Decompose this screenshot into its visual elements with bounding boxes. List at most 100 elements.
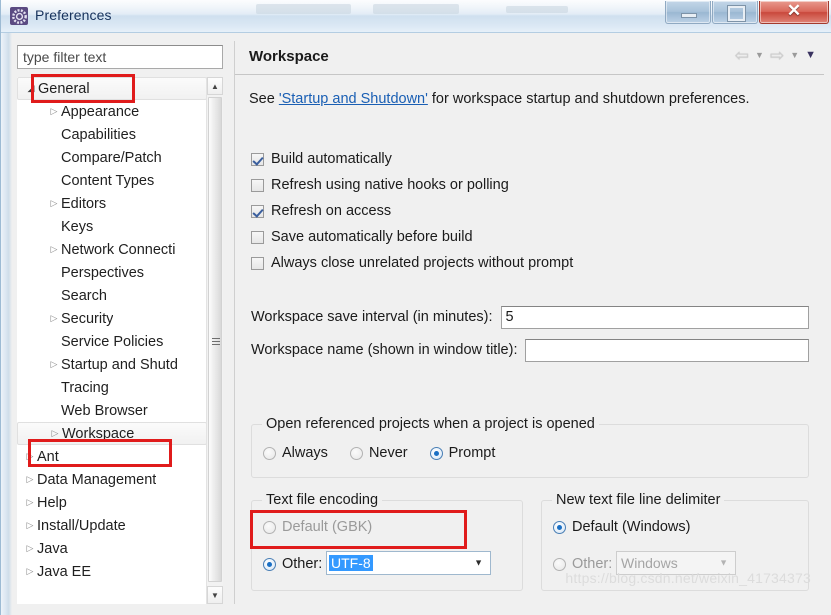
- scroll-down-arrow-icon[interactable]: ▼: [207, 586, 223, 604]
- tree-item-security[interactable]: ▷ Security: [17, 307, 207, 330]
- filter-input[interactable]: [18, 46, 222, 68]
- tree-item-tracing[interactable]: Tracing: [17, 376, 207, 399]
- radio-never-icon[interactable]: [349, 446, 363, 460]
- checkbox-row-refresh-on-access[interactable]: Refresh on access: [251, 198, 573, 224]
- window-left-rail: [1, 33, 12, 615]
- encoding-other-radio-icon[interactable]: [263, 557, 276, 571]
- workspace-name-input[interactable]: [526, 339, 808, 361]
- forward-arrow-icon[interactable]: ⇨: [770, 47, 784, 64]
- checkbox-row-always-close-unrelated-projects-without-prompt[interactable]: Always close unrelated projects without …: [251, 250, 573, 276]
- tree-item-ant[interactable]: ▷ Ant: [17, 445, 207, 468]
- tree-expand-arrow-right-icon[interactable]: ▷: [47, 199, 61, 208]
- tree-item-keys[interactable]: Keys: [17, 215, 207, 238]
- workspace-name-input-wrapper[interactable]: [525, 338, 809, 362]
- checkbox-row-build-automatically[interactable]: Build automatically: [251, 146, 573, 172]
- watermark-text: https://blog.csdn.net/weixin_41734373: [565, 570, 811, 586]
- tree-item-java[interactable]: ▷ Java: [17, 537, 207, 560]
- checkbox-unchecked-icon[interactable]: [251, 178, 264, 192]
- encoding-other-radio-row[interactable]: Other:: [263, 556, 322, 572]
- tree-scrollbar[interactable]: ▲ ▼: [206, 77, 223, 604]
- tree-expand-arrow-right-icon[interactable]: ▷: [47, 107, 61, 116]
- tree-item-web-browser[interactable]: Web Browser: [17, 399, 207, 422]
- back-arrow-icon[interactable]: ⇦: [735, 47, 749, 64]
- see-prefix: See: [249, 91, 279, 107]
- save-interval-input-wrapper[interactable]: [500, 305, 809, 329]
- encoding-combo-value: UTF-8: [329, 555, 373, 571]
- encoding-default-radio-row[interactable]: Default (GBK): [263, 519, 372, 535]
- tree-item-network-connecti[interactable]: ▷ Network Connecti: [17, 238, 207, 261]
- maximize-button[interactable]: [712, 1, 758, 24]
- tree-expand-arrow-right-icon[interactable]: ▷: [23, 567, 37, 576]
- tree-item-editors[interactable]: ▷ Editors: [17, 192, 207, 215]
- delimiter-other-radio-icon[interactable]: [553, 557, 566, 571]
- tree-item-label: Data Management: [37, 471, 157, 488]
- checkbox-row-save-automatically-before-build[interactable]: Save automatically before build: [251, 224, 573, 250]
- forward-history-caret-icon[interactable]: ▼: [790, 51, 799, 60]
- encoding-combo[interactable]: UTF-8 ▼: [326, 551, 491, 575]
- filter-input-wrapper[interactable]: [17, 45, 223, 69]
- tree-item-label: Install/Update: [37, 517, 126, 534]
- scroll-up-arrow-icon[interactable]: ▲: [207, 77, 223, 95]
- window-controls: ✕: [664, 1, 829, 25]
- tree-item-appearance[interactable]: ▷ Appearance: [17, 100, 207, 123]
- radio-always-icon[interactable]: [263, 446, 276, 460]
- tree-expand-arrow-right-icon[interactable]: ▷: [48, 429, 62, 438]
- tree-item-label: Help: [37, 494, 67, 511]
- back-history-caret-icon[interactable]: ▼: [755, 51, 764, 60]
- checkbox-unchecked-icon[interactable]: [251, 256, 264, 270]
- scrollbar-thumb[interactable]: [208, 97, 222, 582]
- radio-prompt-icon[interactable]: [429, 446, 443, 460]
- open-referenced-projects-group: Open referenced projects when a project …: [251, 416, 809, 478]
- tree-expand-arrow-right-icon[interactable]: ▷: [47, 245, 61, 254]
- tree-expand-arrow-right-icon[interactable]: ▷: [23, 475, 37, 484]
- startup-and-shutdown-link[interactable]: 'Startup and Shutdown': [279, 91, 428, 107]
- tree-expand-arrow-right-icon[interactable]: ▷: [23, 498, 37, 507]
- tree-item-perspectives[interactable]: Perspectives: [17, 261, 207, 284]
- close-button[interactable]: ✕: [759, 1, 829, 24]
- tree-expand-arrow-right-icon[interactable]: ▷: [47, 360, 61, 369]
- title-bar[interactable]: Preferences ✕: [1, 0, 831, 33]
- checkbox-unchecked-icon[interactable]: [251, 230, 264, 244]
- encoding-default-radio-icon[interactable]: [263, 520, 276, 534]
- tree-item-content-types[interactable]: Content Types: [17, 169, 207, 192]
- delimiter-default-radio-row[interactable]: Default (Windows): [553, 519, 690, 535]
- tree-item-startup-and-shutd[interactable]: ▷ Startup and Shutd: [17, 353, 207, 376]
- tree-expand-arrow-right-icon[interactable]: ▷: [47, 314, 61, 323]
- preferences-tree[interactable]: ◢ General ▷ Appearance Capabilities Compare/P…: [17, 77, 207, 604]
- radio-row-prompt[interactable]: Prompt: [429, 445, 495, 461]
- panel-header: Workspace ⇦ ▼ ⇨ ▼ ▼: [235, 41, 824, 75]
- tree-item-service-policies[interactable]: Service Policies: [17, 330, 207, 353]
- tree-item-help[interactable]: ▷ Help: [17, 491, 207, 514]
- delimiter-default-label: Default (Windows): [572, 519, 691, 535]
- delimiter-combo-chevron-down-icon[interactable]: ▼: [719, 558, 728, 568]
- tree-item-search[interactable]: Search: [17, 284, 207, 307]
- tree-expand-arrow-right-icon[interactable]: ▷: [23, 544, 37, 553]
- radio-row-always[interactable]: Always: [263, 445, 328, 461]
- workspace-name-row: Workspace name (shown in window title):: [251, 338, 809, 362]
- checkbox-checked-icon[interactable]: [251, 204, 264, 218]
- tree-item-label: Service Policies: [61, 333, 164, 350]
- tree-expand-arrow-right-icon[interactable]: ▷: [23, 521, 37, 530]
- encoding-combo-chevron-down-icon[interactable]: ▼: [474, 558, 483, 568]
- title-ghost-artifact-1: [256, 4, 351, 14]
- minimize-button[interactable]: [665, 1, 711, 24]
- delimiter-default-radio-icon[interactable]: [553, 520, 566, 534]
- tree-expand-arrow-right-icon[interactable]: ▷: [23, 452, 37, 461]
- tree-item-data-management[interactable]: ▷ Data Management: [17, 468, 207, 491]
- tree-item-install-update[interactable]: ▷ Install/Update: [17, 514, 207, 537]
- radio-row-never[interactable]: Never: [349, 445, 408, 461]
- tree-item-general[interactable]: ◢ General: [17, 77, 207, 100]
- checkbox-label: Refresh using native hooks or polling: [271, 177, 509, 193]
- tree-item-compare-patch[interactable]: Compare/Patch: [17, 146, 207, 169]
- checkbox-row-refresh-using-native-hooks-or-polling[interactable]: Refresh using native hooks or polling: [251, 172, 573, 198]
- save-interval-input[interactable]: [501, 306, 808, 328]
- tree-expand-arrow-down-icon[interactable]: ◢: [24, 84, 38, 93]
- tree-item-label: General: [38, 80, 90, 97]
- tree-item-workspace[interactable]: ▷ Workspace: [17, 422, 207, 445]
- startup-shutdown-description: See 'Startup and Shutdown' for workspace…: [249, 91, 749, 107]
- tree-item-capabilities[interactable]: Capabilities: [17, 123, 207, 146]
- panel-menu-caret-icon[interactable]: ▼: [805, 50, 816, 61]
- tree-item-label: Startup and Shutd: [61, 356, 178, 373]
- tree-item-java-ee[interactable]: ▷ Java EE: [17, 560, 207, 583]
- checkbox-checked-icon[interactable]: [251, 152, 264, 166]
